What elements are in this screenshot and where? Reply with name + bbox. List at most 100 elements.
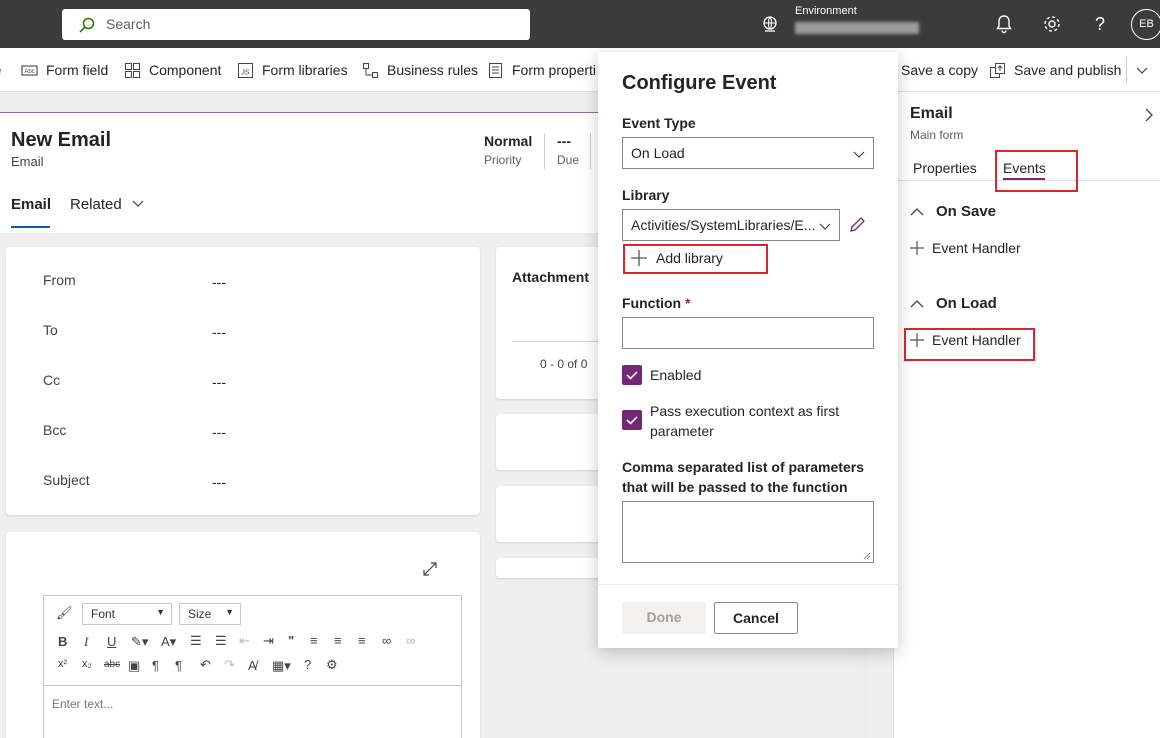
highlight-box-add-library xyxy=(623,244,768,274)
header-field-due[interactable]: --- Due xyxy=(557,133,579,167)
bullet-list-icon[interactable]: ☰ xyxy=(190,633,202,649)
library-dropdown[interactable]: Activities/SystemLibraries/E... xyxy=(622,209,840,241)
form-field-button[interactable]: Abc Form field xyxy=(21,61,108,79)
field-value-cc[interactable]: --- xyxy=(212,374,226,390)
component-label: Component xyxy=(149,62,222,78)
email-fields-section: From --- To --- Cc --- Bcc --- Subject -… xyxy=(6,247,480,515)
notification-bell-icon[interactable] xyxy=(993,13,1015,35)
checkmark-icon xyxy=(626,371,638,380)
image-icon[interactable]: ▣ xyxy=(128,658,140,674)
user-avatar[interactable]: EB xyxy=(1131,9,1160,40)
attachment-subgrid: Attachment 0 - 0 of 0 xyxy=(496,247,606,399)
redo-icon[interactable]: ↷ xyxy=(224,657,235,673)
component-icon xyxy=(125,62,140,78)
function-input[interactable] xyxy=(622,317,874,349)
pass-context-checkbox[interactable] xyxy=(622,410,642,430)
font-dropdown[interactable]: Font ▼ xyxy=(82,603,172,625)
on-save-event-handler-button[interactable]: Event Handler xyxy=(910,240,1021,256)
subscript-icon[interactable]: x₂ xyxy=(82,658,92,670)
align-center-icon[interactable]: ≡ xyxy=(334,633,342,648)
form-field-icon: Abc xyxy=(21,64,38,76)
editor-placeholder[interactable]: Enter text... xyxy=(52,697,113,711)
event-type-label: Event Type xyxy=(622,115,696,131)
gear-icon[interactable]: ⚙ xyxy=(326,657,338,673)
align-left-icon[interactable]: ≡ xyxy=(310,633,318,648)
cancel-button[interactable]: Cancel xyxy=(714,602,798,634)
chevron-down-icon[interactable] xyxy=(1136,64,1148,76)
business-rules-button[interactable]: Business rules xyxy=(362,61,478,79)
field-label-subject: Subject xyxy=(43,472,90,488)
environment-name-redacted[interactable] xyxy=(795,22,919,34)
help-icon[interactable]: ? xyxy=(304,657,311,672)
command-bar: e Abc Form field Component JS Form libra… xyxy=(0,48,1160,92)
format-painter-icon[interactable]: 🖌 xyxy=(56,605,73,621)
environment-label: Environment xyxy=(795,5,857,17)
on-load-section-header[interactable]: On Load xyxy=(910,295,997,312)
tab-related[interactable]: Related xyxy=(70,196,144,213)
highlight-box-on-load-handler xyxy=(904,328,1035,361)
search-box[interactable]: Search xyxy=(62,9,530,40)
cmd-cut-off-item[interactable]: e xyxy=(0,61,2,79)
panel-title: Email xyxy=(910,105,953,122)
font-dropdown-label: Font xyxy=(91,607,116,621)
form-properties-icon xyxy=(489,62,502,78)
size-dropdown[interactable]: Size ▼ xyxy=(179,603,241,625)
chevron-right-icon[interactable] xyxy=(1142,108,1156,122)
unlink-icon[interactable]: ∞ xyxy=(406,633,415,648)
tab-email[interactable]: Email xyxy=(11,196,51,213)
chevron-up-icon xyxy=(910,207,924,215)
link-icon[interactable]: ∞ xyxy=(382,633,391,648)
parameters-textarea[interactable] xyxy=(622,501,874,563)
form-properties-label: Form properti xyxy=(512,62,597,78)
attachment-title: Attachment xyxy=(512,269,590,285)
active-tab-indicator xyxy=(11,226,50,228)
decrease-indent-icon[interactable]: ⇤ xyxy=(239,633,250,649)
header-field-priority[interactable]: Normal Priority xyxy=(484,133,532,167)
resize-handle-icon[interactable] xyxy=(863,552,871,560)
highlight-icon[interactable]: ✎▾ xyxy=(131,634,148,650)
plus-icon xyxy=(910,241,924,255)
clear-format-icon[interactable]: A̸ xyxy=(248,658,257,673)
ltr-icon[interactable]: ¶ xyxy=(152,658,159,673)
help-icon[interactable]: ? xyxy=(1089,13,1111,35)
panel-subtitle: Main form xyxy=(910,128,964,142)
table-icon[interactable]: ▦▾ xyxy=(272,658,291,674)
settings-gear-icon[interactable] xyxy=(1041,13,1063,35)
required-asterisk: * xyxy=(685,295,691,311)
font-color-icon[interactable]: A▾ xyxy=(161,634,176,650)
undo-icon[interactable]: ↶ xyxy=(200,657,211,673)
search-placeholder: Search xyxy=(106,16,151,32)
increase-indent-icon[interactable]: ⇥ xyxy=(263,633,274,649)
search-icon xyxy=(79,17,95,33)
tab-properties[interactable]: Properties xyxy=(913,160,977,176)
event-type-dropdown[interactable]: On Load xyxy=(622,137,874,169)
numbered-list-icon[interactable]: ☰ xyxy=(215,633,227,649)
rtl-icon[interactable]: ¶ xyxy=(175,658,182,673)
on-save-section-header[interactable]: On Save xyxy=(910,203,996,220)
done-button[interactable]: Done xyxy=(622,602,706,634)
form-properties-button[interactable]: Form properti xyxy=(487,61,596,79)
italic-icon[interactable]: I xyxy=(84,634,88,650)
blockquote-icon[interactable]: " xyxy=(288,633,294,648)
business-rules-label: Business rules xyxy=(387,62,479,78)
expand-icon[interactable] xyxy=(422,561,438,577)
align-right-icon[interactable]: ≡ xyxy=(358,633,366,648)
enabled-checkbox[interactable] xyxy=(622,365,642,385)
superscript-icon[interactable]: x² xyxy=(58,658,67,670)
edit-pencil-icon[interactable] xyxy=(848,216,866,234)
section-placeholder xyxy=(496,558,606,578)
strikethrough-icon[interactable]: abc xyxy=(104,659,120,670)
due-value: --- xyxy=(557,133,571,149)
priority-value: Normal xyxy=(484,133,533,149)
field-value-bcc[interactable]: --- xyxy=(212,424,226,440)
field-value-to[interactable]: --- xyxy=(212,324,226,340)
component-button[interactable]: Component xyxy=(124,61,221,79)
field-value-subject[interactable]: --- xyxy=(212,474,226,490)
save-and-publish-button[interactable]: Save and publish xyxy=(989,61,1121,79)
save-a-copy-button[interactable]: Save a copy xyxy=(901,61,978,79)
bold-icon[interactable]: B xyxy=(58,634,67,649)
underline-icon[interactable]: U xyxy=(107,634,116,649)
form-libraries-button[interactable]: JS Form libraries xyxy=(237,61,348,79)
field-value-from[interactable]: --- xyxy=(212,274,226,290)
dialog-footer-divider xyxy=(598,584,898,585)
